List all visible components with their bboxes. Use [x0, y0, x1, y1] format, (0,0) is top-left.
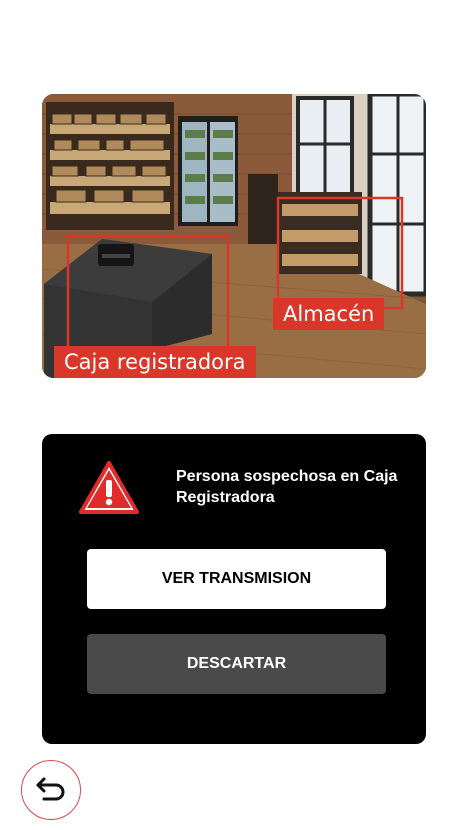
storage-zone-label: Almacén [273, 298, 385, 330]
camera-feed[interactable]: Caja registradora Almacén [42, 94, 426, 378]
alert-message: Persona sospechosa en Caja Registradora [176, 468, 398, 506]
back-arrow-icon [34, 773, 68, 808]
back-button[interactable] [21, 760, 81, 820]
alert-card: Persona sospechosa en Caja Registradora … [42, 434, 426, 744]
register-zone-label: Caja registradora [54, 346, 256, 378]
dismiss-button[interactable]: DESCARTAR [87, 634, 386, 694]
warning-icon [78, 460, 140, 516]
view-stream-button[interactable]: VER TRANSMISION [87, 549, 386, 609]
store-camera-image [42, 94, 426, 378]
